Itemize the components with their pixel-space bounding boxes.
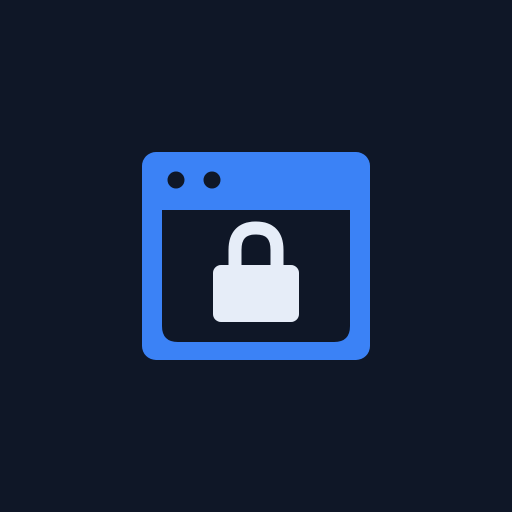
lock-icon xyxy=(213,265,299,322)
browser-lock-icon xyxy=(142,152,370,360)
window-dot-icon xyxy=(167,171,185,189)
icon-canvas xyxy=(0,0,512,512)
window-dot-icon xyxy=(203,171,221,189)
